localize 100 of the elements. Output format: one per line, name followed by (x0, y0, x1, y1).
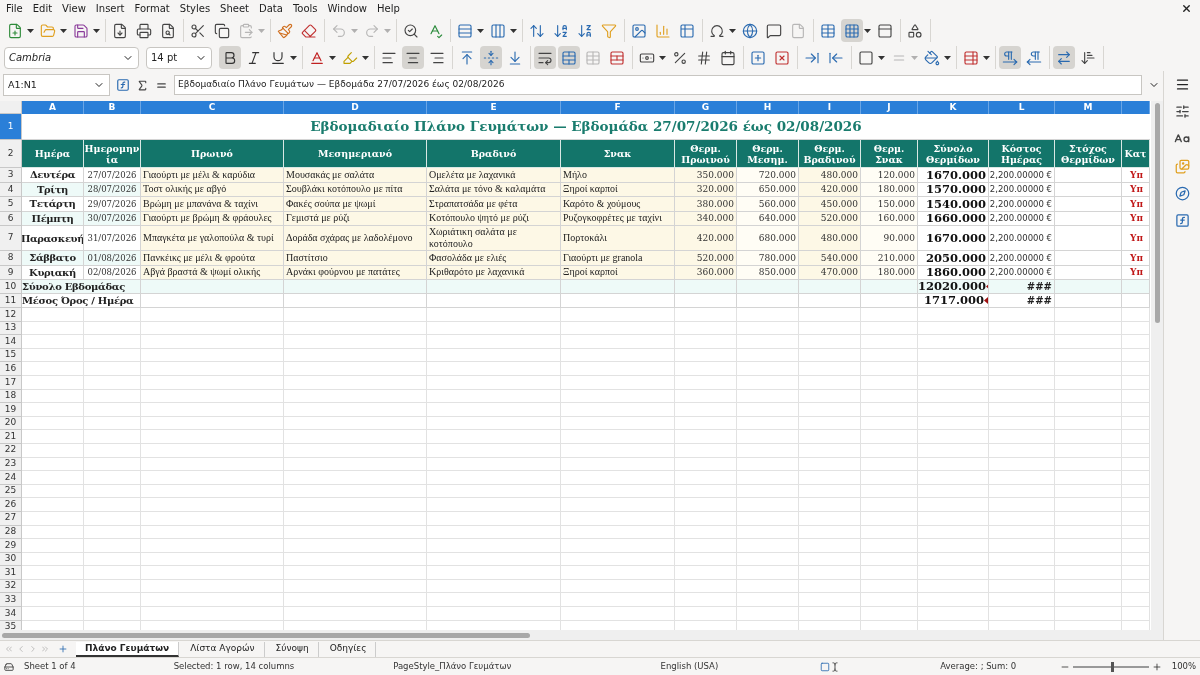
table-cell-text: 540.000 (820, 251, 859, 264)
table-cell-text: 1670.000 (926, 232, 987, 244)
row-label: Μέσος Όρος / Ημέρα (22, 294, 134, 307)
row-header[interactable]: 33 (0, 593, 22, 608)
menu-item[interactable]: Sheet (217, 1, 253, 16)
row-label: Σύνολο Εβδομάδας (22, 280, 126, 293)
row-header[interactable]: 12 (0, 308, 22, 322)
cell-reference: A1:N1 (7, 77, 38, 92)
menu-item[interactable]: View (59, 1, 89, 16)
row-header[interactable]: 26 (0, 498, 22, 512)
table-cell-text: 160.000 (877, 212, 916, 225)
column-heading: Σνακ (603, 148, 632, 159)
menu-item[interactable]: Window (324, 1, 370, 16)
language: English (USA) (660, 660, 720, 673)
sheet-tab[interactable]: Οδηγίες (320, 641, 377, 657)
table-cell: Σάββατο (29, 251, 76, 265)
column-header[interactable]: M (1055, 101, 1122, 114)
row-header[interactable]: 11 (0, 294, 22, 308)
table-cell: 30/07/2026 (87, 212, 137, 225)
table-cell-text: 2,200.00000 € (989, 168, 1053, 181)
column-heading: Σύνολο Θερμίδων (925, 142, 981, 165)
table-cell-text: 470.000 (820, 266, 859, 279)
row-header[interactable]: 16 (0, 362, 22, 376)
table-cell-text: 780.000 (758, 251, 797, 264)
menu-item[interactable]: Edit (29, 1, 56, 16)
menu-item[interactable]: Data (256, 1, 286, 16)
table-cell-text: 150.000 (877, 197, 916, 210)
table-cell-text: Μπαγκέτα με γαλοπούλα & τυρί (142, 232, 275, 244)
menu-item[interactable]: Insert (92, 1, 128, 16)
column-heading: Πρωινό (191, 148, 233, 159)
menu-item[interactable]: Tools (289, 1, 321, 16)
table-cell-text: 680.000 (758, 232, 797, 244)
table-cell-text: 2,200.00000 € (989, 197, 1053, 210)
row-header[interactable]: 34 (0, 607, 22, 621)
table-cell-text: Σαλάτα με τόνο & καλαμάτα (428, 183, 547, 196)
row-header[interactable]: 24 (0, 471, 22, 485)
column-header[interactable]: I (799, 101, 861, 114)
column-header[interactable]: A (22, 101, 84, 114)
table-cell-text: Υπ (1129, 266, 1143, 279)
column-header[interactable]: J (861, 101, 918, 114)
table-cell-text: Φασολάδα με ελιές (428, 251, 508, 264)
menu-item[interactable]: File (3, 1, 26, 16)
row-header[interactable]: 19 (0, 403, 22, 417)
row-header[interactable]: 1 (0, 114, 22, 140)
sheet-tab[interactable]: Λίστα Αγορών (181, 641, 265, 657)
table-cell: Πέμπτη (31, 211, 74, 225)
row-header[interactable]: 3 (0, 168, 22, 183)
row-header[interactable]: 14 (0, 335, 22, 349)
row-header[interactable]: 7 (0, 226, 22, 251)
row-header[interactable]: 21 (0, 430, 22, 444)
table-cell-text: Ξηροί καρποί (562, 266, 619, 279)
row-header[interactable]: 31 (0, 566, 22, 580)
column-header[interactable]: L (989, 101, 1055, 114)
menu-item[interactable]: Help (374, 1, 403, 16)
column-header[interactable]: C (141, 101, 284, 114)
table-cell-text: Μουσακάς με σαλάτα (285, 168, 376, 181)
table-cell-text: Υπ (1129, 212, 1143, 225)
sheet-tab[interactable]: Σύνοψη (266, 641, 319, 657)
column-header[interactable]: F (561, 101, 675, 114)
menu-item[interactable]: Format (131, 1, 173, 16)
table-cell: 01/08/2026 (87, 251, 137, 264)
table-cell-text: 2,200.00000 € (989, 183, 1053, 196)
column-header[interactable]: E (427, 101, 561, 114)
column-header[interactable]: G (675, 101, 737, 114)
table-cell-text: Γιαούρτι με βρώμη & φράουλες (142, 212, 273, 225)
table-cell-text: Γεμιστά με ρύζι (285, 212, 351, 225)
table-cell-text: 210.000 (877, 251, 916, 264)
table-cell-text: Φακές σούπα με ψωμί (285, 197, 377, 210)
table-cell-text: 120.000 (877, 168, 916, 181)
sheet-tab[interactable]: Πλάνο Γευμάτων (76, 641, 180, 657)
table-cell: Δευτέρα (29, 168, 76, 182)
row-header[interactable]: 8 (0, 251, 22, 266)
table-cell: 02/08/2026 (87, 266, 137, 279)
table-cell-text: 320.000 (696, 183, 735, 196)
column-header[interactable]: D (284, 101, 427, 114)
table-cell-text: Υπ (1129, 197, 1143, 210)
column-heading: Μεσημεριανό (317, 148, 393, 159)
table-cell-text: Γιαούρτι με granola (562, 251, 644, 264)
row-header[interactable]: 5 (0, 197, 22, 212)
row-header[interactable]: 2 (0, 140, 22, 168)
column-header[interactable]: H (737, 101, 799, 114)
table-cell-text: 520.000 (696, 251, 735, 264)
table-cell-text: Ομελέτα με λαχανικά (428, 168, 517, 181)
table-cell: Τρίτη (37, 182, 68, 196)
font-name-field[interactable]: Cambria (4, 46, 139, 69)
row-header[interactable]: 29 (0, 539, 22, 553)
table-cell-text: 480.000 (820, 168, 859, 181)
table-cell-text: Σουβλάκι κοτόπουλο με πίτα (285, 183, 404, 196)
column-header[interactable]: B (84, 101, 141, 114)
column-header[interactable]: K (918, 101, 989, 114)
formula-input[interactable]: Εβδομαδιαίο Πλάνο Γευμάτων — Εβδομάδα 27/07/2026 έως 02/08/2026 (174, 75, 1142, 95)
font-size-field[interactable]: 14 pt (146, 46, 212, 69)
table-cell-text: 850.000 (758, 266, 797, 279)
row-header[interactable]: 10 (0, 280, 22, 294)
table-cell-text: Υπ (1129, 251, 1143, 264)
table-cell-text: 1860.000 (926, 266, 987, 279)
name-box[interactable]: A1:N1 (3, 74, 110, 96)
menu-item[interactable]: Styles (176, 1, 214, 16)
table-cell-text: Χωριάτικη σαλάτα με κοτόπουλο (428, 226, 518, 250)
table-cell-text: Κοτόπουλο ψητό με ρύζι (428, 212, 530, 225)
